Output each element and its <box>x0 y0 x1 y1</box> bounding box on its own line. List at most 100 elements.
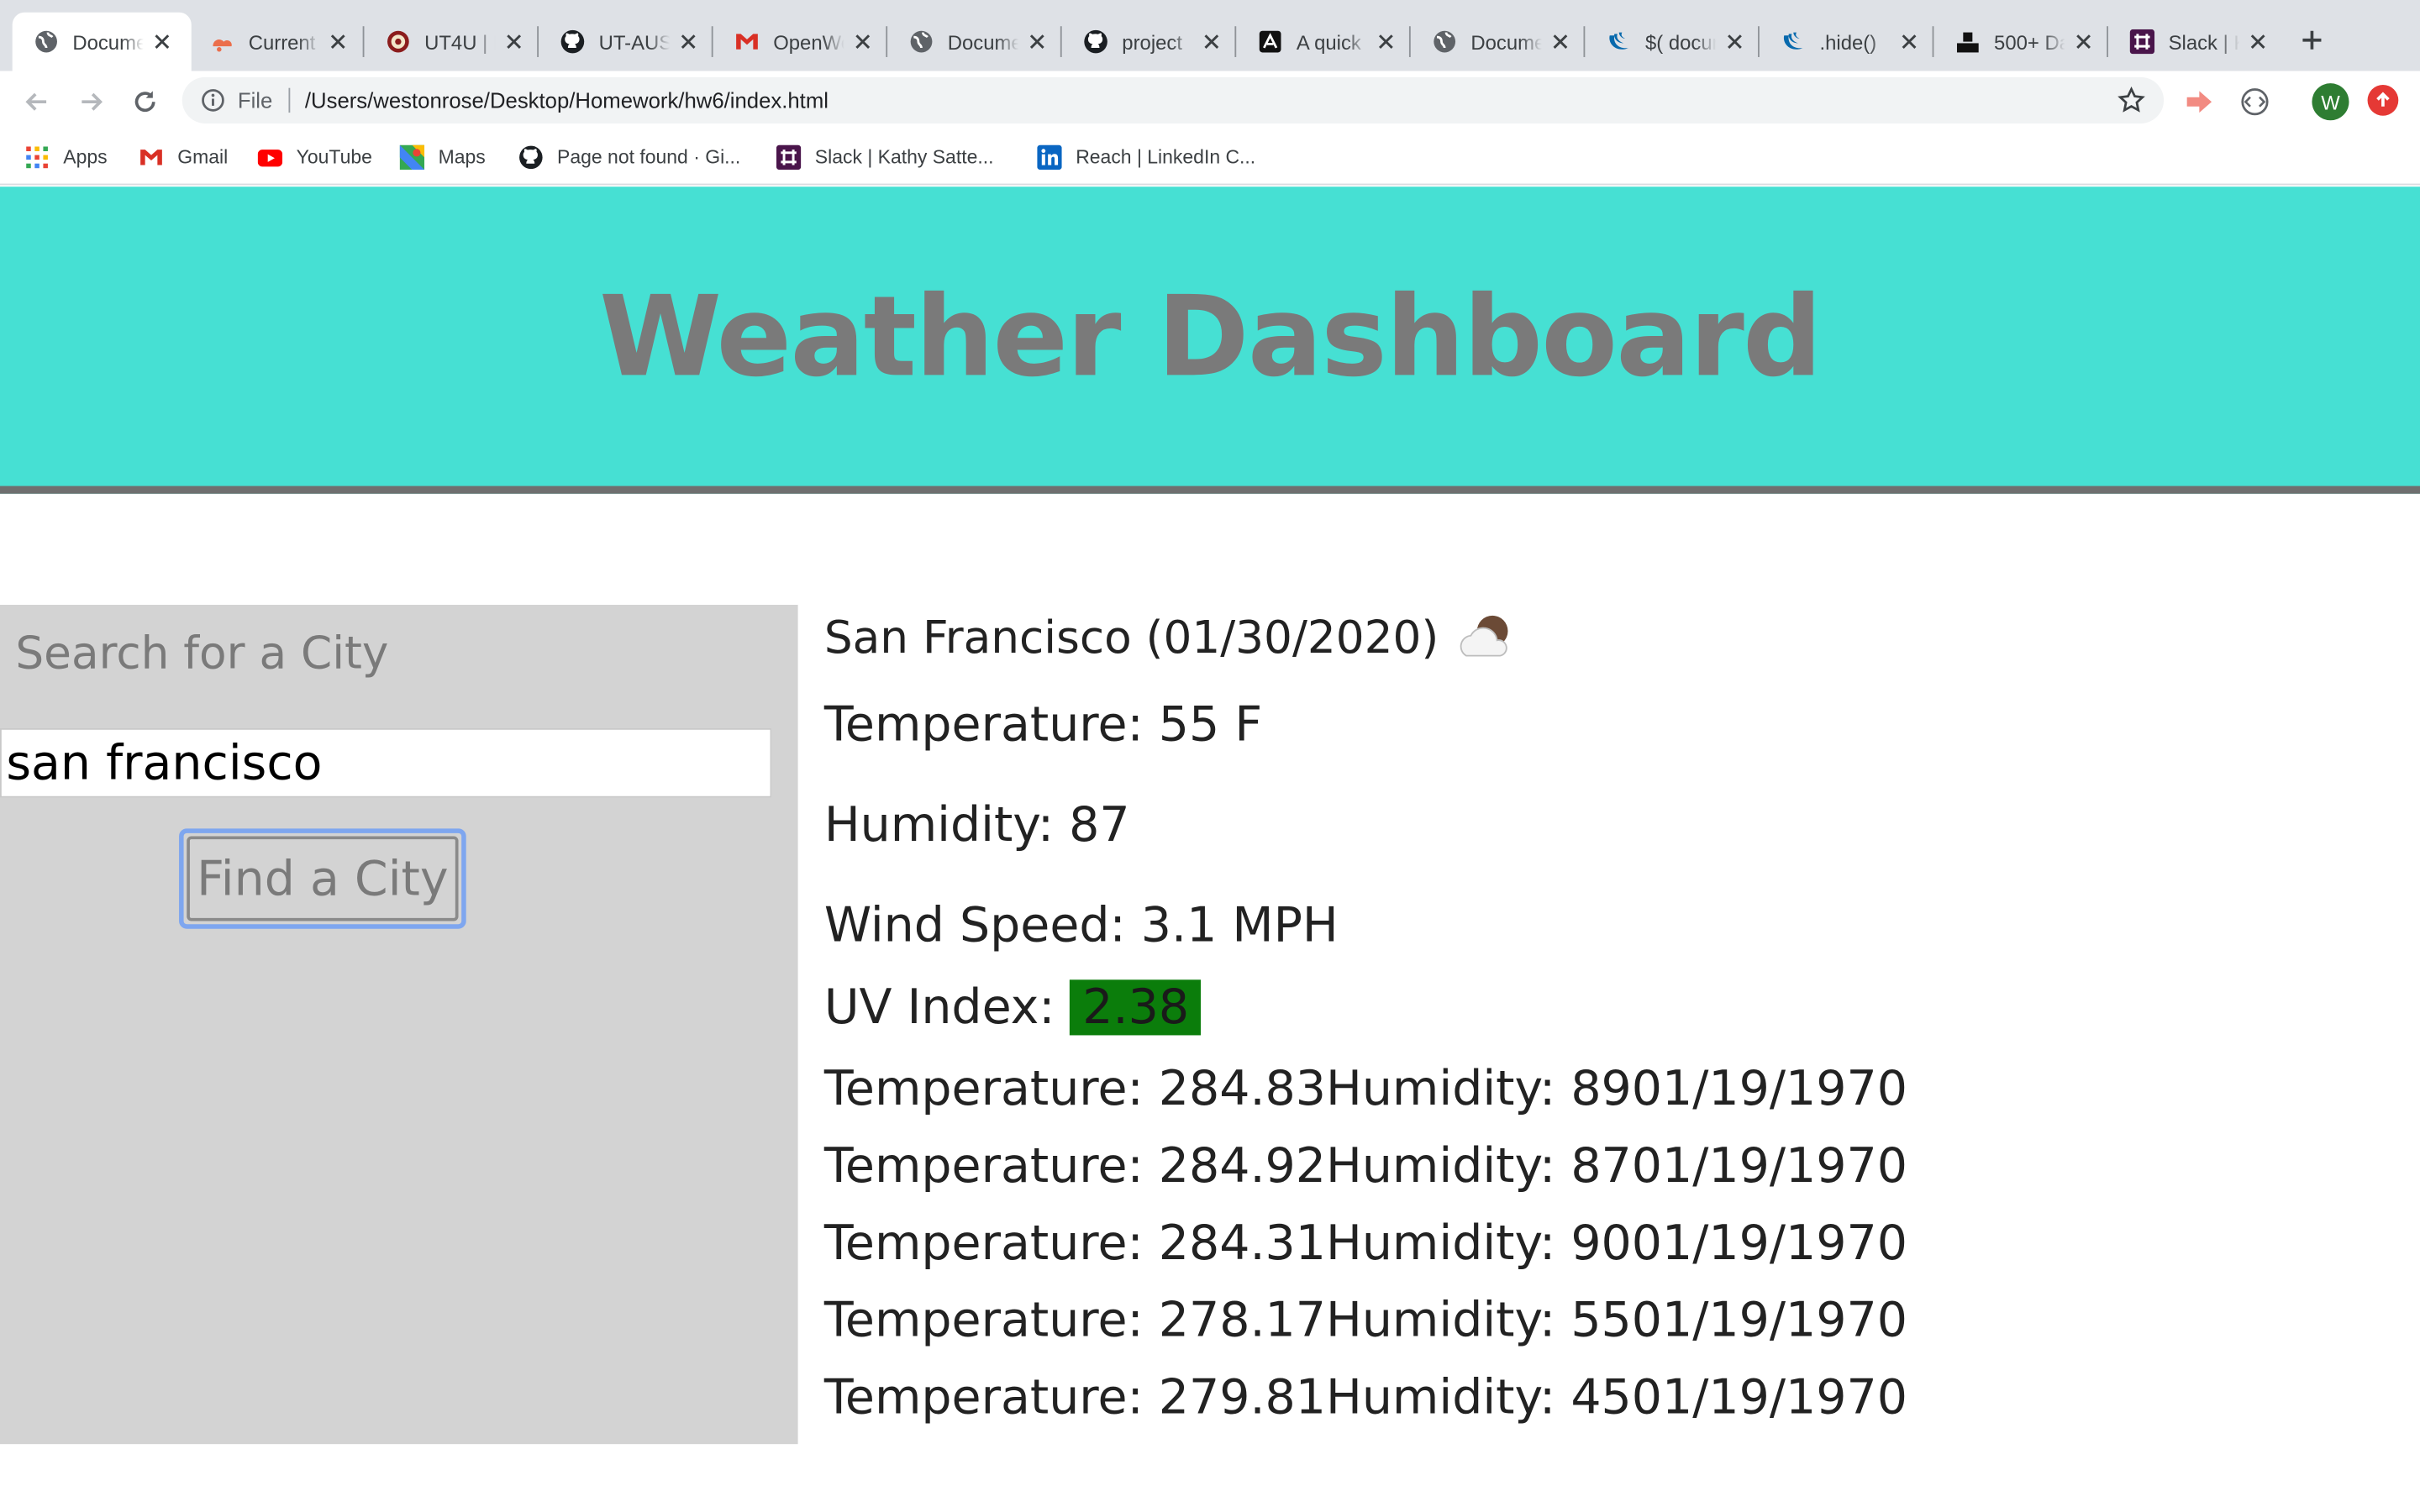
close-icon[interactable] <box>1548 29 1572 54</box>
bookmark-label: YouTube <box>296 146 372 169</box>
tab-title: UT4U | Portal <box>424 29 495 54</box>
a-logo-icon <box>1258 29 1282 54</box>
update-button[interactable] <box>2367 85 2399 116</box>
ext-arrow-icon <box>2186 91 2212 113</box>
new-tab-button[interactable] <box>2293 22 2330 59</box>
search-heading: Search for a City <box>15 626 389 680</box>
tab-title: 500+ Data <box>1994 29 2065 54</box>
reload-button[interactable] <box>127 83 164 120</box>
tab-a-quick-guide[interactable]: A quick guide <box>1236 13 1409 71</box>
close-icon[interactable] <box>502 29 526 54</box>
bookmark-linkedin[interactable]: Reach | LinkedIn C... <box>1037 142 1255 173</box>
url-text[interactable]: /Users/westonrose/Desktop/Homework/hw6/i… <box>305 88 829 113</box>
bookmark-youtube[interactable]: YouTube <box>257 142 372 173</box>
bookmarks-bar: Apps Gmail YouTube Maps Page not found ·… <box>0 132 2420 186</box>
stack-icon <box>1955 29 1980 54</box>
globe-icon <box>1432 29 1456 54</box>
forward-button[interactable] <box>72 83 109 120</box>
page-header: Weather Dashboard <box>0 186 2420 494</box>
address-bar[interactable]: File /Users/westonrose/Desktop/Homework/… <box>182 76 2165 123</box>
forecast-row: Temperature: 284.92Humidity: 8701/19/197… <box>823 1138 1907 1194</box>
partly-cloudy-icon <box>1451 611 1519 663</box>
tab-title: OpenWeather <box>773 29 844 54</box>
uv-index-row: UV Index: 2.38 <box>823 979 1202 1036</box>
globe-icon <box>34 29 58 54</box>
bookmark-label: Reach | LinkedIn C... <box>1076 146 1256 169</box>
bookmark-slack[interactable]: Slack | Kathy Satte... <box>776 142 994 173</box>
globe-icon <box>909 29 934 54</box>
close-icon[interactable] <box>1723 29 1747 54</box>
extension-button-code[interactable] <box>2238 85 2271 118</box>
current-temperature: Temperature: 55 F <box>823 697 1263 753</box>
uv-index-label: UV Index: <box>823 979 1071 1036</box>
back-button[interactable] <box>18 83 55 120</box>
tab-jquery-document[interactable]: $( document ) <box>1585 13 1758 71</box>
bookmark-github[interactable]: Page not found · Gi... <box>518 142 740 173</box>
reload-icon <box>134 91 155 113</box>
bookmark-maps[interactable]: Maps <box>399 142 486 173</box>
forecast-row: Temperature: 279.81Humidity: 4501/19/197… <box>823 1370 1907 1426</box>
url-divider <box>287 87 290 113</box>
close-icon[interactable] <box>326 29 350 54</box>
extension-button-arrow[interactable] <box>2182 85 2216 118</box>
close-icon[interactable] <box>150 29 174 54</box>
close-icon[interactable] <box>1374 29 1398 54</box>
bookmark-label: Page not found · Gi... <box>557 146 741 169</box>
tab-title: Slack | Kathy <box>2168 29 2239 54</box>
browser-toolbar: File /Users/westonrose/Desktop/Homework/… <box>0 71 2420 133</box>
close-icon[interactable] <box>850 29 875 54</box>
ut-seal-icon <box>386 29 410 54</box>
close-icon[interactable] <box>1897 29 1921 54</box>
tab-openweather[interactable]: OpenWeather <box>713 13 886 71</box>
find-city-button-label: Find a City <box>187 836 459 921</box>
info-icon[interactable] <box>201 88 225 113</box>
search-panel: Search for a City Find a City <box>0 605 798 1445</box>
slack-icon <box>2129 29 2155 55</box>
bookmark-label: Apps <box>63 146 108 169</box>
github-icon <box>560 29 585 54</box>
apps-grid-icon <box>24 145 49 170</box>
current-wind-speed: Wind Speed: 3.1 MPH <box>823 897 1339 954</box>
tab-title: .hide() <box>1819 29 1877 54</box>
tab-jquery-hide[interactable]: .hide() <box>1760 13 1933 71</box>
jquery-icon <box>1781 29 1806 54</box>
tab-title: Document <box>1470 29 1541 54</box>
city-search-input[interactable] <box>0 727 772 798</box>
profile-avatar[interactable]: W <box>2312 83 2349 121</box>
jquery-icon <box>1607 29 1631 54</box>
arrow-right-icon <box>82 92 103 111</box>
current-humidity: Humidity: 87 <box>823 797 1130 853</box>
star-icon[interactable] <box>2118 86 2145 114</box>
tab-500-data[interactable]: 500+ Data <box>1933 13 2107 71</box>
close-icon[interactable] <box>1025 29 1050 54</box>
tab-title: Current Weather <box>248 29 319 54</box>
openweather-icon <box>210 29 234 54</box>
city-date-label: San Francisco (01/30/2020) <box>823 611 1439 664</box>
uv-index-badge: 2.38 <box>1070 979 1202 1036</box>
tab-strip: Document Current Weather UT4U | Portal U… <box>0 0 2420 71</box>
bookmark-apps[interactable]: Apps <box>24 142 108 173</box>
bookmark-label: Slack | Kathy Satte... <box>814 146 994 169</box>
bookmark-gmail[interactable]: Gmail <box>139 142 228 173</box>
tab-document[interactable]: Document <box>887 13 1060 71</box>
tab-ut4u[interactable]: UT4U | Portal <box>364 13 537 71</box>
forecast-row: Temperature: 278.17Humidity: 5501/19/197… <box>823 1293 1907 1349</box>
tab-document-2[interactable]: Document <box>1411 13 1584 71</box>
tab-slack[interactable]: Slack | Kathy <box>2108 13 2281 71</box>
tab-ut-aus[interactable]: UT-AUS Repo <box>539 13 712 71</box>
close-icon[interactable] <box>2071 29 2096 54</box>
close-icon[interactable] <box>2245 29 2270 54</box>
forecast-row: Temperature: 284.83Humidity: 8901/19/197… <box>823 1061 1907 1117</box>
url-scheme-label: File <box>237 87 273 113</box>
find-city-button[interactable]: Find a City <box>179 828 466 929</box>
tab-document-active[interactable]: Document <box>12 12 192 71</box>
tab-project[interactable]: project <box>1062 13 1235 71</box>
close-icon[interactable] <box>1199 29 1223 54</box>
close-icon[interactable] <box>676 29 700 54</box>
arrow-left-icon <box>25 92 47 111</box>
maps-icon <box>399 144 425 171</box>
arrow-up-icon <box>2376 92 2390 107</box>
tab-title: project <box>1122 29 1182 54</box>
gmail-icon <box>734 29 759 54</box>
tab-current-weather[interactable]: Current Weather <box>188 13 361 71</box>
